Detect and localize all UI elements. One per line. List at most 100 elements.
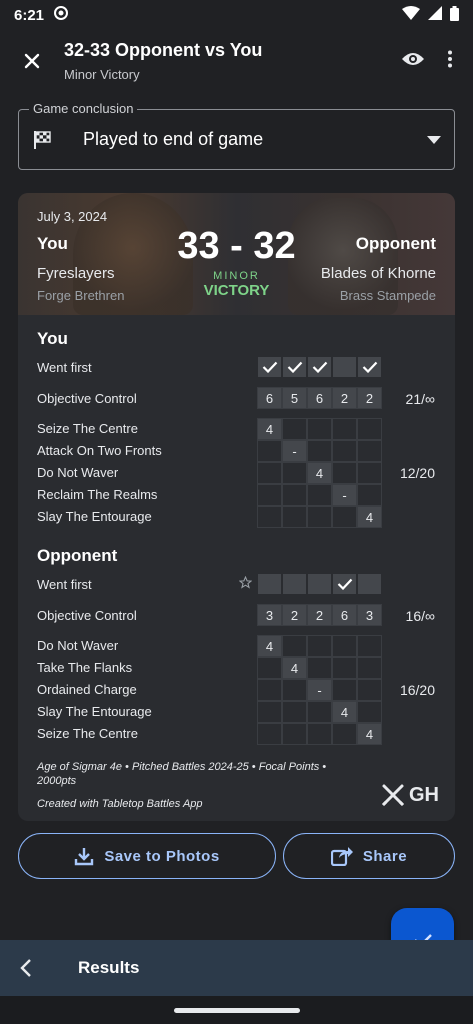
opponent-tactic-empty-cell <box>332 657 357 679</box>
you-oc-label: Objective Control <box>37 391 137 406</box>
you-tactic-empty-cell <box>282 506 307 528</box>
checkered-flag-icon <box>19 130 65 150</box>
you-oc-round-4: 2 <box>332 387 357 409</box>
you-tactics-total: 12/20 <box>399 465 435 481</box>
you-tactic-empty-cell <box>282 462 307 484</box>
app-logo: GH <box>381 783 439 807</box>
app-logo-text: GH <box>409 783 439 806</box>
you-oc-round-1: 6 <box>257 387 282 409</box>
game-conclusion-value: Played to end of game <box>83 129 264 149</box>
opponent-tactic-empty-cell <box>307 657 332 679</box>
save-to-photos-label: Save to Photos <box>104 847 220 865</box>
you-section-title: You <box>37 329 68 348</box>
opponent-tactic-empty-cell <box>357 701 382 723</box>
you-tactic-empty-cell <box>257 484 282 506</box>
you-oc-round-5: 2 <box>357 387 382 409</box>
you-went-first-grid <box>257 356 382 378</box>
you-tactic-empty-cell <box>357 484 382 506</box>
opponent-tactic-score: 4 <box>357 723 382 745</box>
opponent-tactic-row: 4 <box>257 635 382 657</box>
opponent-tactic-empty-cell <box>307 635 332 657</box>
you-tactic-label: Attack On Two Fronts <box>37 443 162 458</box>
opponent-oc-round-5: 3 <box>357 604 382 626</box>
opponent-tactic-label: Do Not Waver <box>37 638 119 653</box>
opponent-went-first-grid <box>257 573 382 595</box>
you-tactics-matrix: 4-4-4 <box>257 418 382 528</box>
battery-icon <box>450 5 459 25</box>
game-conclusion-select[interactable]: Game conclusion Played to end of game <box>18 101 455 170</box>
you-tactic-empty-cell <box>307 484 332 506</box>
you-tactic-empty-cell <box>332 418 357 440</box>
you-oc-grid: 65622 <box>257 387 382 409</box>
you-tactic-label: Do Not Waver <box>37 465 119 480</box>
check-icon <box>312 361 327 373</box>
opponent-tactic-row: 4 <box>257 657 382 679</box>
opponent-tactic-empty-cell <box>282 679 307 701</box>
you-tactic-row: 4 <box>257 418 382 440</box>
bottom-bar-title: Results <box>78 958 140 977</box>
opponent-tactic-empty-cell <box>257 679 282 701</box>
share-label: Share <box>362 847 408 865</box>
page-title: 32-33 Opponent vs You <box>64 40 263 60</box>
score-separator: - <box>230 225 243 267</box>
back-button[interactable] <box>0 958 52 978</box>
you-tactic-row: 4 <box>257 462 382 484</box>
page-subtitle: Minor Victory <box>64 67 140 82</box>
opponent-went-first-round-5 <box>357 573 382 595</box>
you-went-first-round-4 <box>332 356 357 378</box>
share-button[interactable]: Share <box>283 833 455 879</box>
check-icon <box>362 361 377 373</box>
more-vert-icon <box>448 50 452 67</box>
eye-icon <box>402 52 424 65</box>
save-to-photos-button[interactable]: Save to Photos <box>18 833 276 879</box>
home-gesture-handle[interactable] <box>174 1008 300 1013</box>
visibility-button[interactable] <box>401 51 425 72</box>
opponent-tactic-empty-cell <box>332 679 357 701</box>
signal-icon <box>428 6 442 24</box>
opponent-tactic-empty-cell <box>257 657 282 679</box>
wifi-icon <box>402 6 420 24</box>
notification-icon <box>54 6 69 24</box>
opponent-tactic-empty-cell <box>332 635 357 657</box>
score-opponent: 32 <box>253 225 296 267</box>
you-went-first-round-1 <box>257 356 282 378</box>
you-tactic-row: - <box>257 440 382 462</box>
you-tactic-empty-cell <box>357 462 382 484</box>
more-menu-button[interactable] <box>447 50 453 73</box>
score-banner: July 3, 2024 You Opponent 33 - 32 MINOR … <box>18 193 455 315</box>
you-went-first-round-5 <box>357 356 382 378</box>
opponent-tactic-empty-cell <box>257 701 282 723</box>
opponent-tactic-row: 4 <box>257 701 382 723</box>
opponent-went-first-round-1 <box>257 573 282 595</box>
status-time: 6:21 <box>14 6 45 24</box>
opponent-went-first-round-4 <box>332 573 357 595</box>
opponent-went-first-round-2 <box>282 573 307 595</box>
close-button[interactable] <box>0 53 64 69</box>
you-oc-round-2: 5 <box>282 387 307 409</box>
check-icon <box>337 578 352 590</box>
opponent-tactic-empty-cell <box>357 679 382 701</box>
you-tactic-score: - <box>282 440 307 462</box>
you-oc-round-3: 6 <box>307 387 332 409</box>
opponent-section-title: Opponent <box>37 546 118 565</box>
opponent-tactic-label: Ordained Charge <box>37 682 137 697</box>
close-icon <box>24 53 40 69</box>
opponent-tactic-label: Seize The Centre <box>37 726 138 741</box>
opponent-tactic-empty-cell <box>307 723 332 745</box>
opponent-tactic-empty-cell <box>307 701 332 723</box>
you-tactic-empty-cell <box>332 506 357 528</box>
opponent-tactic-score: 4 <box>282 657 307 679</box>
you-tactic-empty-cell <box>282 418 307 440</box>
score-you: 33 <box>177 225 220 267</box>
opponent-tactic-score: 4 <box>332 701 357 723</box>
opponent-tactic-empty-cell <box>332 723 357 745</box>
you-tactic-row: - <box>257 484 382 506</box>
opponent-tactic-label: Take The Flanks <box>37 660 133 675</box>
score: 33 - 32 <box>18 225 455 268</box>
dropdown-arrow-icon <box>414 135 454 144</box>
status-bar: 6:21 <box>0 0 473 30</box>
chevron-left-icon <box>20 959 31 977</box>
you-tactic-empty-cell <box>257 506 282 528</box>
opponent-oc-round-4: 6 <box>332 604 357 626</box>
app-bar: 32-33 Opponent vs You Minor Victory <box>0 30 473 92</box>
